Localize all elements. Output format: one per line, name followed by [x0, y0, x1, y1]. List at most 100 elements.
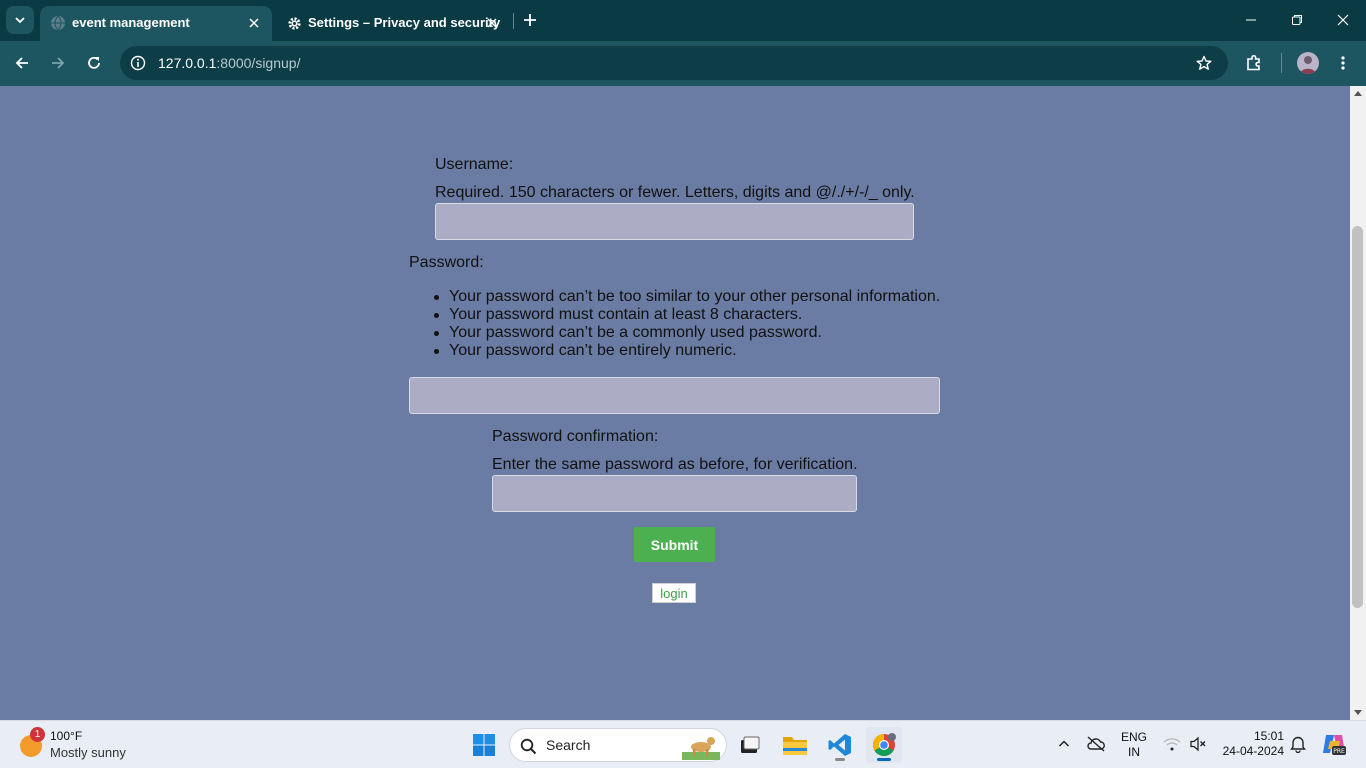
restore-icon	[1292, 15, 1302, 25]
arrow-left-icon	[15, 57, 28, 69]
clock-time: 15:01	[1253, 729, 1284, 743]
username-label: Username:	[435, 156, 514, 173]
search-label: Search	[546, 737, 591, 753]
login-button[interactable]: login	[652, 583, 696, 603]
puzzle-icon	[1247, 54, 1260, 71]
search-highlight-dog-icon	[682, 737, 720, 760]
tab-search-button[interactable]	[6, 6, 34, 34]
show-hidden-icons-button[interactable]	[1053, 733, 1075, 755]
volume-muted-icon	[1190, 736, 1206, 752]
tab-settings[interactable]: Settings – Privacy and security	[276, 6, 510, 41]
site-info-icon[interactable]	[128, 53, 148, 73]
password-confirmation-field[interactable]	[492, 475, 857, 512]
windows-start-icon	[473, 734, 495, 756]
tab-divider	[513, 13, 514, 29]
avatar	[1297, 52, 1319, 74]
vscode-icon	[828, 734, 851, 756]
username-field[interactable]	[435, 203, 914, 240]
address-bar[interactable]: 127.0.0.1:8000/signup/	[120, 46, 1228, 80]
notifications-button[interactable]	[1287, 733, 1309, 755]
reload-icon	[88, 56, 100, 69]
volume-button[interactable]	[1187, 733, 1209, 755]
back-button[interactable]	[8, 49, 36, 77]
extensions-button[interactable]	[1241, 50, 1267, 76]
copilot-icon: PRE	[1323, 735, 1346, 755]
windows-taskbar: 1 100°F Mostly sunny Search ENG IN 15:01…	[0, 720, 1366, 768]
tab-title: Settings – Privacy and security	[308, 15, 501, 30]
more-vert-icon	[1341, 56, 1345, 70]
running-indicator	[877, 758, 891, 761]
restore-button[interactable]	[1274, 6, 1320, 34]
clock-date: 24-04-2024	[1222, 744, 1284, 758]
url-text: 127.0.0.1:8000/signup/	[158, 55, 300, 71]
wifi-icon	[1163, 738, 1181, 751]
password-label: Password:	[409, 254, 484, 271]
plus-icon	[524, 14, 536, 26]
password-confirmation-label: Password confirmation:	[492, 428, 659, 445]
password-confirmation-help-text: Enter the same password as before, for v…	[492, 456, 858, 473]
task-view-button[interactable]	[732, 727, 768, 763]
tab-event-management[interactable]: event management	[40, 6, 272, 41]
gear-icon	[286, 15, 302, 31]
weather-widget[interactable]: 1 100°F Mostly sunny	[18, 727, 158, 763]
vscode-button[interactable]	[822, 727, 858, 763]
reload-button[interactable]	[80, 49, 108, 77]
input-language-indicator[interactable]: ENG IN	[1120, 730, 1148, 760]
browser-toolbar: 127.0.0.1:8000/signup/	[0, 41, 1366, 86]
toolbar-divider	[1281, 53, 1282, 73]
chrome-icon	[873, 733, 896, 756]
tab-title: event management	[72, 15, 190, 30]
chevron-up-icon	[1058, 740, 1070, 747]
task-view-icon	[741, 736, 760, 753]
new-tab-button[interactable]	[520, 10, 540, 30]
globe-icon	[50, 15, 66, 31]
scroll-down-arrow-icon[interactable]	[1354, 710, 1362, 715]
close-tab-icon[interactable]	[484, 15, 500, 31]
submit-button[interactable]: Submit	[634, 527, 715, 562]
notification-badge: 1	[30, 727, 45, 742]
chrome-button[interactable]	[866, 727, 902, 763]
close-icon	[1337, 14, 1349, 26]
onedrive-button[interactable]	[1085, 733, 1107, 755]
network-button[interactable]	[1161, 733, 1183, 755]
scroll-up-arrow-icon[interactable]	[1354, 91, 1362, 96]
page-scrollbar[interactable]	[1350, 86, 1366, 720]
url-path: :8000/signup/	[216, 55, 301, 71]
weather-condition: Mostly sunny	[50, 745, 126, 760]
password-rule: Your password can’t be entirely numeric.	[433, 342, 940, 360]
chevron-down-icon	[15, 17, 25, 24]
chrome-menu-button[interactable]	[1330, 50, 1356, 76]
minimize-button[interactable]	[1228, 6, 1274, 34]
language-region: IN	[1128, 745, 1140, 759]
arrow-right-icon	[52, 57, 65, 69]
profile-button[interactable]	[1295, 50, 1321, 76]
weather-temperature: 100°F	[50, 729, 83, 743]
system-clock[interactable]: 15:01 24-04-2024	[1218, 729, 1284, 759]
forward-button[interactable]	[44, 49, 72, 77]
start-button[interactable]	[466, 727, 502, 763]
password-rule: Your password must contain at least 8 ch…	[433, 306, 940, 324]
url-host: 127.0.0.1	[158, 55, 217, 71]
password-rule: Your password can’t be too similar to yo…	[433, 288, 941, 305]
bookmark-star-icon[interactable]	[1194, 53, 1214, 73]
close-window-button[interactable]	[1320, 6, 1366, 34]
taskbar-search[interactable]: Search	[509, 728, 727, 762]
language-code: ENG	[1120, 730, 1147, 744]
file-explorer-button[interactable]	[777, 727, 813, 763]
scrollbar-thumb[interactable]	[1352, 226, 1363, 608]
minimize-icon	[1246, 19, 1256, 21]
cloud-offline-icon	[1087, 736, 1105, 752]
svg-text:PRE: PRE	[1333, 748, 1345, 755]
password-field[interactable]	[409, 377, 940, 414]
signup-page: Username: Required. 150 characters or fe…	[0, 86, 1350, 720]
tab-strip: event management Settings – Privacy and …	[0, 0, 1366, 41]
username-help-text: Required. 150 characters or fewer. Lette…	[435, 184, 915, 201]
file-explorer-icon	[783, 737, 807, 755]
search-icon	[518, 736, 538, 756]
password-rules-list: Your password can’t be too similar to yo…	[433, 288, 941, 360]
bell-icon	[1290, 736, 1306, 753]
close-tab-icon[interactable]	[246, 15, 262, 31]
running-indicator	[835, 758, 845, 761]
copilot-button[interactable]: PRE	[1320, 730, 1348, 758]
password-rule: Your password can’t be a commonly used p…	[433, 324, 940, 342]
